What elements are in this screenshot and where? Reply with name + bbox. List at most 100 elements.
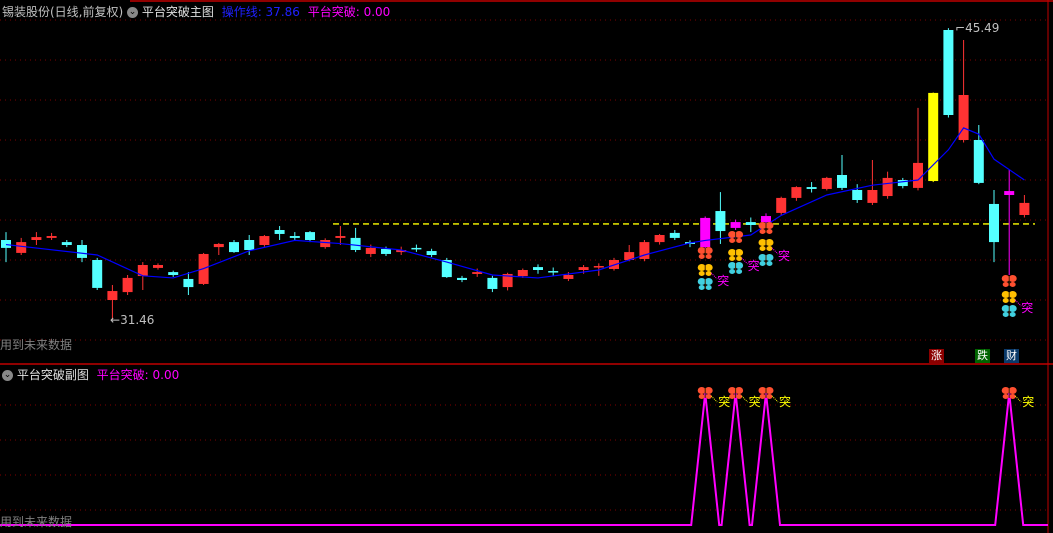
- breakout-label: 突: [778, 248, 790, 263]
- sub-breakout-label: 突: [749, 394, 761, 409]
- candle-body: [593, 266, 604, 268]
- candle-body: [153, 265, 163, 268]
- signal-line: [0, 392, 1048, 526]
- butterfly-cyan-icon: [1001, 305, 1017, 317]
- main-indicator-name[interactable]: 平台突破主图: [142, 5, 214, 19]
- candle-body: [426, 251, 437, 255]
- breakout-label: 突: [1021, 300, 1033, 315]
- candle-body: [305, 232, 315, 240]
- candle-body: [669, 232, 680, 238]
- platform-break-value: 平台突破: 0.00: [307, 5, 391, 19]
- butterfly-yellow-icon: [728, 249, 744, 261]
- candle-body: [548, 271, 559, 273]
- candle-body: [806, 187, 817, 189]
- butterfly-cyan-icon: [697, 278, 713, 290]
- candle-body: [989, 203, 999, 243]
- candle-body: [77, 245, 87, 258]
- breakout-label: 突: [717, 273, 729, 288]
- candle-body: [715, 211, 726, 232]
- candle-body: [776, 197, 787, 213]
- candle-body: [821, 177, 832, 189]
- sub-indicator-name[interactable]: 平台突破副图: [17, 368, 89, 382]
- pointer-arrow: [741, 395, 748, 403]
- pointer-arrow: [771, 395, 779, 403]
- sub-breakout-label: 突: [779, 394, 791, 409]
- candle-body: [1019, 202, 1030, 215]
- candle-body: [46, 236, 57, 238]
- candle-body: [852, 190, 863, 200]
- candle-body: [411, 247, 422, 250]
- candle-body: [289, 236, 300, 238]
- candle-body: [1004, 191, 1015, 195]
- pointer-arrow: [1014, 395, 1022, 403]
- butterfly-red-icon: [1001, 275, 1017, 287]
- candle-body: [943, 30, 954, 115]
- candle-body: [487, 277, 498, 289]
- candle-body: [745, 222, 756, 225]
- candle-body: [259, 236, 270, 245]
- candle-body: [320, 240, 331, 248]
- butterfly-cyan-icon: [758, 254, 774, 266]
- candle-body: [563, 275, 574, 279]
- butterfly-yellow-icon: [697, 264, 713, 276]
- tag-finance[interactable]: 财: [1004, 349, 1019, 363]
- butterfly-red-icon: [758, 222, 774, 234]
- candle-body: [1, 240, 11, 248]
- chevron-down-icon[interactable]: ⌄: [2, 370, 13, 381]
- candle-body: [31, 237, 42, 240]
- candle-body: [365, 247, 376, 254]
- candle-body: [61, 242, 72, 245]
- sub-future-data-warning: 用到未来数据: [0, 515, 73, 529]
- butterfly-red-icon: [1001, 387, 1017, 399]
- candle-body: [122, 277, 133, 293]
- candle-body: [229, 242, 239, 253]
- candle-body: [578, 267, 589, 270]
- candle-body: [654, 235, 665, 243]
- chevron-down-icon[interactable]: ⌄: [127, 7, 139, 18]
- candle-body: [837, 175, 847, 188]
- tag-rise[interactable]: 涨: [929, 349, 944, 363]
- chart-canvas: 突突突突突突突突: [0, 0, 1053, 533]
- candle-body: [472, 272, 483, 274]
- candle-body: [274, 230, 285, 234]
- candle-body: [761, 216, 771, 223]
- butterfly-red-icon: [758, 387, 774, 399]
- candle-body: [168, 272, 179, 275]
- candle-body: [350, 237, 361, 250]
- candle-body: [183, 278, 194, 288]
- low-price-label: ←31.46: [110, 313, 155, 327]
- breakout-label: 突: [748, 258, 760, 273]
- sub-breakout-label: 突: [1022, 394, 1034, 409]
- candle-body: [107, 291, 118, 300]
- candle-body: [213, 243, 224, 248]
- operate-line-value: 操作线: 37.86: [221, 5, 300, 19]
- butterfly-red-icon: [728, 231, 744, 243]
- candle-body: [730, 222, 741, 228]
- sub-break-value: 平台突破: 0.00: [96, 368, 180, 382]
- tag-fall[interactable]: 跌: [975, 349, 990, 363]
- candle-body: [882, 177, 893, 197]
- candle-body: [791, 187, 802, 198]
- butterfly-red-icon: [697, 247, 713, 259]
- candle-body: [16, 242, 27, 253]
- butterfly-red-icon: [728, 387, 744, 399]
- pointer-arrow: [710, 395, 718, 403]
- candle-body: [973, 140, 984, 183]
- main-header: 锡装股份(日线,前复权) ⌄ 平台突破主图 操作线: 37.86 平台突破: 0…: [2, 3, 390, 20]
- candle-body: [700, 217, 711, 248]
- sub-header: ⌄ 平台突破副图 平台突破: 0.00: [2, 366, 179, 383]
- candle-body: [913, 162, 923, 188]
- candle-body: [335, 236, 346, 238]
- candle-body: [517, 270, 528, 277]
- high-price-label: ⌐45.49: [955, 21, 1000, 35]
- butterfly-yellow-icon: [1001, 291, 1017, 303]
- butterfly-yellow-icon: [758, 239, 774, 251]
- butterfly-cyan-icon: [728, 262, 744, 274]
- future-data-warning: 用到未来数据: [0, 338, 73, 352]
- butterfly-red-icon: [697, 387, 713, 399]
- candle-body: [867, 190, 878, 203]
- candle-body: [244, 240, 255, 250]
- candle-body: [457, 277, 467, 280]
- candle-body: [381, 248, 391, 254]
- stock-title: 锡装股份(日线,前复权): [2, 5, 124, 19]
